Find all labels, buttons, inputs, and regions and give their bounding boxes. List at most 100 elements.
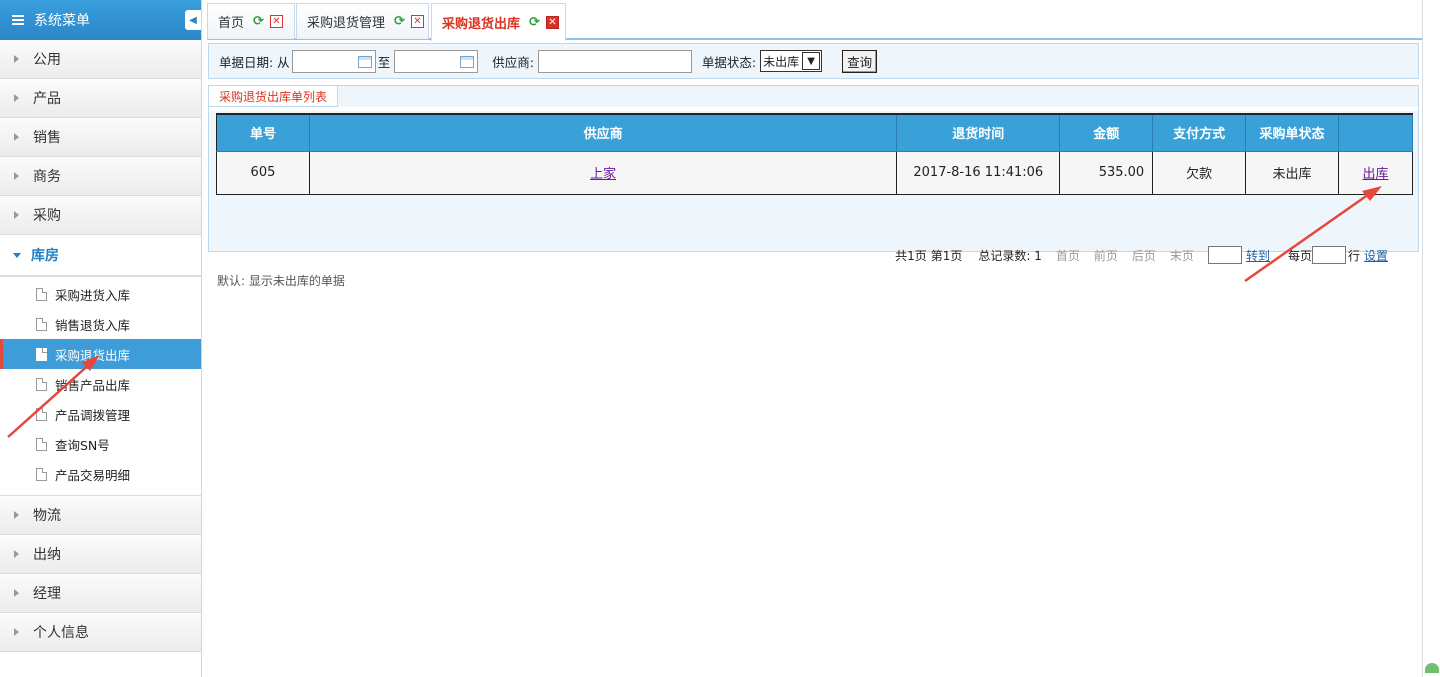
- tab-home[interactable]: 首页 ⟳ ✕: [207, 3, 295, 39]
- refresh-icon[interactable]: ⟳: [394, 14, 405, 29]
- cell-return-time: 2017-8-16 11:41:06: [896, 150, 1061, 195]
- document-icon: [36, 377, 47, 391]
- cell-supplier: 上家: [308, 150, 898, 195]
- menu-group-label: 出纳: [33, 547, 61, 563]
- hint-text: 默认: 显示未出库的单据: [217, 274, 345, 288]
- tab-purchase-return-outbound[interactable]: 采购退货出库 ⟳ ✕: [431, 3, 566, 41]
- pager-last[interactable]: 末页: [1170, 247, 1194, 264]
- per-page-suffix: 行: [1347, 248, 1360, 263]
- column-header-return-time: 退货时间: [896, 113, 1061, 152]
- supplier-input[interactable]: [537, 49, 692, 73]
- tab-purchase-return-manage[interactable]: 采购退货管理 ⟳ ✕: [296, 3, 429, 39]
- column-header-payment: 支付方式: [1152, 113, 1247, 152]
- pager-current-page: 第1页: [930, 248, 963, 263]
- sidebar-item-transfer[interactable]: 产品调拨管理: [0, 399, 201, 429]
- per-page-label: 每页: [1287, 248, 1312, 263]
- column-header-status: 采购单状态: [1245, 113, 1339, 152]
- tab-label: 采购退货出库: [442, 17, 521, 32]
- column-header-amount: 金额: [1059, 113, 1154, 152]
- query-button[interactable]: 查询: [842, 49, 878, 73]
- date-label: 单据日期: 从: [219, 54, 290, 70]
- caret-right-icon: [14, 211, 19, 219]
- goto-page-input[interactable]: [1207, 246, 1242, 264]
- menu-group-logistics[interactable]: 物流: [0, 496, 201, 535]
- date-to-label: 至: [377, 54, 391, 70]
- menu-group-manager[interactable]: 经理: [0, 574, 201, 613]
- close-icon[interactable]: ✕: [410, 15, 424, 28]
- caret-right-icon: [14, 55, 19, 63]
- sidebar-item-label: 销售退货入库: [55, 317, 131, 333]
- sidebar-item-label: 销售产品出库: [55, 377, 131, 393]
- cell-action: 出库: [1338, 150, 1413, 195]
- column-header-id: 单号: [216, 113, 310, 152]
- menu-group-business[interactable]: 商务: [0, 157, 201, 196]
- pager-prev[interactable]: 前页: [1094, 247, 1118, 264]
- menu-group-label: 个人信息: [33, 625, 89, 641]
- pager-total-pages: 共1页: [895, 248, 927, 263]
- sidebar-item-purchase-return-outbound[interactable]: 采购退货出库: [0, 339, 201, 369]
- sidebar-item-sales-outbound[interactable]: 销售产品出库: [0, 369, 201, 399]
- calendar-icon[interactable]: [357, 55, 372, 68]
- document-icon: [36, 317, 47, 331]
- outbound-link[interactable]: 出库: [1362, 167, 1388, 182]
- menu-group-label: 产品: [33, 91, 61, 107]
- supplier-label: 供应商:: [492, 54, 534, 70]
- caret-right-icon: [14, 94, 19, 102]
- collapse-sidebar-icon[interactable]: ◀: [185, 10, 201, 30]
- tab-label: 首页: [218, 16, 245, 31]
- refresh-icon[interactable]: ⟳: [529, 15, 540, 30]
- date-to-input[interactable]: [394, 49, 479, 73]
- sidebar-item-sales-return-inbound[interactable]: 销售退货入库: [0, 309, 201, 339]
- menu-group-label: 采购: [33, 208, 61, 224]
- page-size-input[interactable]: [1311, 246, 1346, 264]
- close-icon[interactable]: ✕: [269, 15, 283, 28]
- menu-group-label: 公用: [33, 52, 61, 68]
- sidebar-item-label: 产品交易明细: [55, 467, 131, 483]
- sidebar-header: 系统菜单 ◀: [0, 0, 201, 40]
- sidebar-item-query-sn[interactable]: 查询SN号: [0, 429, 201, 459]
- scroll-knob[interactable]: [1425, 663, 1439, 673]
- caret-down-icon: [13, 252, 21, 258]
- menu-group-warehouse[interactable]: 库房: [0, 235, 201, 277]
- close-icon[interactable]: ✕: [545, 16, 559, 29]
- menu-group-sales[interactable]: 销售: [0, 118, 201, 157]
- scrollbar[interactable]: [1422, 0, 1440, 677]
- list-tab[interactable]: 采购退货出库单列表: [209, 86, 339, 107]
- cell-payment: 欠款: [1152, 150, 1247, 195]
- menu-group-label: 库房: [31, 248, 59, 264]
- status-select[interactable]: 未出库 ▼: [760, 50, 823, 72]
- menu-group-purchase[interactable]: 采购: [0, 196, 201, 235]
- caret-right-icon: [14, 511, 19, 519]
- table-header-row: 单号 供应商 退货时间 金额 支付方式 采购单状态: [216, 113, 1413, 152]
- warehouse-submenu: 采购进货入库 销售退货入库 采购退货出库 销售产品出库 产品调拨管理 查询SN号…: [0, 277, 201, 496]
- tab-bar: 首页 ⟳ ✕ 采购退货管理 ⟳ ✕ 采购退货出库 ⟳ ✕: [207, 0, 1422, 41]
- status-label: 单据状态:: [701, 54, 757, 70]
- sidebar-item-transaction-detail[interactable]: 产品交易明细: [0, 459, 201, 489]
- order-table: 单号 供应商 退货时间 金额 支付方式 采购单状态 605 上家 2017-8-…: [216, 113, 1413, 195]
- supplier-link[interactable]: 上家: [590, 167, 616, 182]
- status-select-value: 未出库: [763, 54, 800, 69]
- menu-group-cashier[interactable]: 出纳: [0, 535, 201, 574]
- pager-first[interactable]: 首页: [1056, 247, 1080, 264]
- caret-right-icon: [14, 550, 19, 558]
- pager-next[interactable]: 后页: [1132, 247, 1156, 264]
- refresh-icon[interactable]: ⟳: [253, 14, 264, 29]
- menu-group-product[interactable]: 产品: [0, 79, 201, 118]
- date-from-input[interactable]: [291, 49, 376, 73]
- caret-right-icon: [14, 172, 19, 180]
- sidebar: 系统菜单 ◀ 公用 产品 销售 商务 采购 库房 采购进货入库 销售退货入库 采…: [0, 0, 202, 677]
- settings-link[interactable]: 设置: [1364, 247, 1388, 264]
- calendar-icon[interactable]: [460, 55, 475, 68]
- sidebar-item-purchase-inbound[interactable]: 采购进货入库: [0, 279, 201, 309]
- caret-right-icon: [14, 589, 19, 597]
- sidebar-item-label: 产品调拨管理: [55, 407, 131, 423]
- sidebar-item-label: 查询SN号: [55, 437, 110, 453]
- goto-link[interactable]: 转到: [1246, 247, 1270, 264]
- table-row: 605 上家 2017-8-16 11:41:06 535.00 欠款 未出库 …: [216, 150, 1413, 195]
- menu-group-personal[interactable]: 个人信息: [0, 613, 201, 652]
- document-icon: [36, 437, 47, 451]
- list-tab-underline: [209, 107, 1418, 111]
- menu-group-public[interactable]: 公用: [0, 40, 201, 79]
- pager-total-records: 总记录数: 1: [978, 248, 1042, 263]
- cell-status: 未出库: [1245, 150, 1339, 195]
